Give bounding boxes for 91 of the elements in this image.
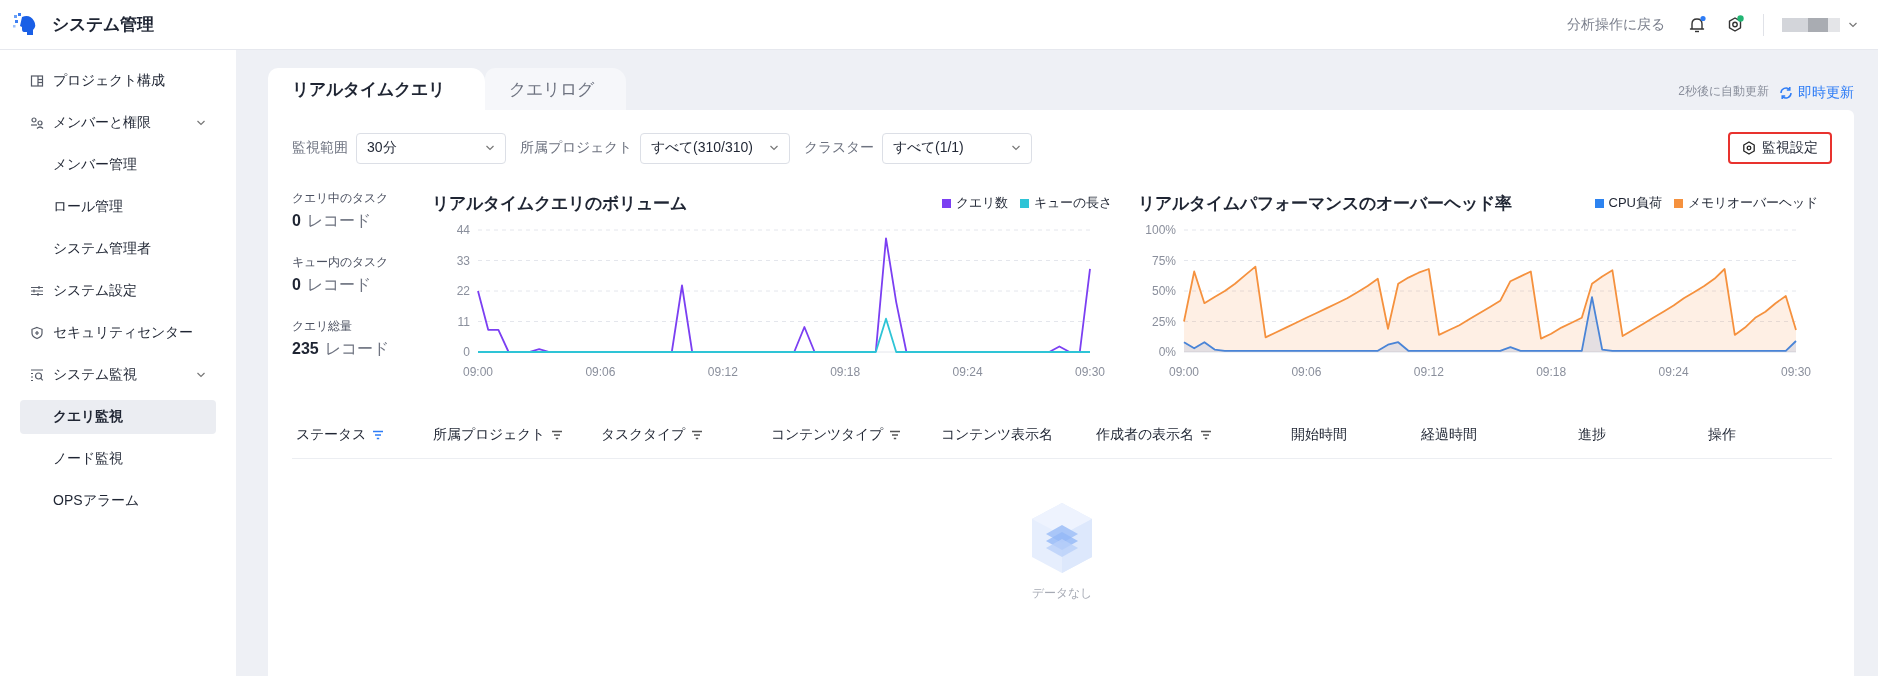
chart-title: リアルタイムクエリのボリューム xyxy=(432,192,687,215)
monitor-settings-button[interactable]: 監視設定 xyxy=(1728,132,1832,164)
stat-label: クエリ中のタスク xyxy=(292,190,389,207)
stat-label: キュー内のタスク xyxy=(292,254,389,271)
filter-label: クラスター xyxy=(804,139,874,157)
sidebar-item[interactable]: システム設定 xyxy=(20,274,216,308)
column-header: 操作 xyxy=(1708,426,1736,444)
axis-label: 09:18 xyxy=(830,365,861,379)
axis-label: 75% xyxy=(1151,253,1176,268)
filter-icon[interactable] xyxy=(372,430,384,440)
axis-label: 09:30 xyxy=(1075,365,1105,379)
filter-icon[interactable] xyxy=(1200,430,1212,440)
people-icon xyxy=(30,116,44,130)
legend-label: クエリ数 xyxy=(956,194,1008,212)
search-list-icon xyxy=(30,368,44,382)
app-title: システム管理 xyxy=(52,14,154,36)
axis-label: 0 xyxy=(463,345,470,359)
sidebar-item[interactable]: OPSアラーム xyxy=(20,484,216,518)
column-header: 開始時間 xyxy=(1291,426,1347,444)
refresh-link[interactable]: 即時更新 xyxy=(1779,84,1854,102)
sidebar-item[interactable]: プロジェクト構成 xyxy=(20,64,216,98)
settings-icon xyxy=(1742,141,1756,155)
redacted-user-name xyxy=(1782,17,1840,32)
axis-label: 22 xyxy=(456,284,470,298)
filter-select[interactable]: 30分 xyxy=(356,132,506,164)
legend-label: メモリオーバーヘッド xyxy=(1688,194,1818,212)
axis-label: 50% xyxy=(1151,284,1176,298)
empty-box-icon xyxy=(1030,501,1094,575)
panel-icon xyxy=(30,74,44,88)
filter-icon[interactable] xyxy=(889,430,901,440)
shield-icon xyxy=(30,326,44,340)
axis-label: 09:12 xyxy=(1413,365,1444,379)
axis-label: 25% xyxy=(1151,314,1176,329)
axis-label: 09:00 xyxy=(463,365,493,379)
axis-label: 09:12 xyxy=(707,365,738,379)
filter-select[interactable]: すべて(1/1) xyxy=(882,132,1032,164)
axis-label: 09:24 xyxy=(952,365,983,379)
column-header: 経過時間 xyxy=(1421,426,1477,444)
filter-label: 監視範囲 xyxy=(292,139,348,157)
auto-refresh-note: 2秒後に自動更新 xyxy=(1678,83,1769,100)
stat-unit: レコード xyxy=(324,340,389,357)
axis-label: 11 xyxy=(457,314,470,329)
sidebar-item[interactable]: クエリ監視 xyxy=(20,400,216,434)
filter-label: 所属プロジェクト xyxy=(520,139,632,157)
sidebar-item[interactable]: ノード監視 xyxy=(20,442,216,476)
sidebar-item[interactable]: メンバーと権限 xyxy=(20,106,216,140)
chart-title: リアルタイムパフォーマンスのオーバーヘッド率 xyxy=(1138,192,1512,215)
stat-unit: レコード xyxy=(306,212,371,229)
sidebar-item[interactable]: ロール管理 xyxy=(20,190,216,224)
refresh-icon xyxy=(1779,86,1793,100)
column-header: コンテンツ表示名 xyxy=(941,426,1053,444)
legend-label: キューの長さ xyxy=(1034,194,1112,212)
axis-label: 09:00 xyxy=(1169,365,1199,379)
axis-label: 0% xyxy=(1158,345,1176,359)
axis-label: 09:06 xyxy=(1291,365,1322,379)
axis-label: 33 xyxy=(456,253,470,268)
sidebar-item[interactable]: セキュリティセンター xyxy=(20,316,216,350)
column-header: 所属プロジェクト xyxy=(433,426,545,444)
bell-icon[interactable] xyxy=(1687,14,1707,35)
column-header: ステータス xyxy=(296,426,366,444)
tab[interactable]: クエリログ xyxy=(485,68,626,110)
column-header: タスクタイプ xyxy=(601,426,685,444)
sidebar-item[interactable]: システム監視 xyxy=(20,358,216,392)
legend-label: CPU負荷 xyxy=(1608,194,1662,212)
stat-label: クエリ総量 xyxy=(292,318,353,335)
chevron-down-icon xyxy=(485,145,495,151)
chevron-down-icon xyxy=(769,145,779,151)
filter-icon[interactable] xyxy=(551,430,563,440)
back-link[interactable]: 分析操作に戻る xyxy=(1567,15,1665,34)
empty-state-text: データなし xyxy=(1032,585,1092,602)
axis-label: 09:30 xyxy=(1781,365,1811,379)
axis-label: 09:06 xyxy=(585,365,616,379)
tab[interactable]: リアルタイムクエリ xyxy=(268,68,485,110)
column-header: コンテンツタイプ xyxy=(771,426,883,444)
sidebar-item[interactable]: システム管理者 xyxy=(20,232,216,266)
column-header: 進捗 xyxy=(1578,426,1606,444)
sliders-icon xyxy=(30,284,44,298)
axis-label: 09:18 xyxy=(1536,365,1567,379)
stat-unit: レコード xyxy=(306,276,371,293)
stat-value: 235 xyxy=(292,340,319,357)
axis-label: 09:24 xyxy=(1658,365,1689,379)
axis-label: 100% xyxy=(1145,223,1176,237)
filter-icon[interactable] xyxy=(691,430,703,440)
stat-value: 0 xyxy=(292,276,301,293)
chevron-down-icon xyxy=(1011,145,1021,151)
axis-label: 44 xyxy=(456,223,470,237)
filter-select[interactable]: すべて(310/310) xyxy=(640,132,790,164)
sidebar-item[interactable]: メンバー管理 xyxy=(20,148,216,182)
chevron-down-icon xyxy=(1848,21,1858,28)
column-header: 作成者の表示名 xyxy=(1096,426,1194,444)
stat-value: 0 xyxy=(292,212,301,229)
